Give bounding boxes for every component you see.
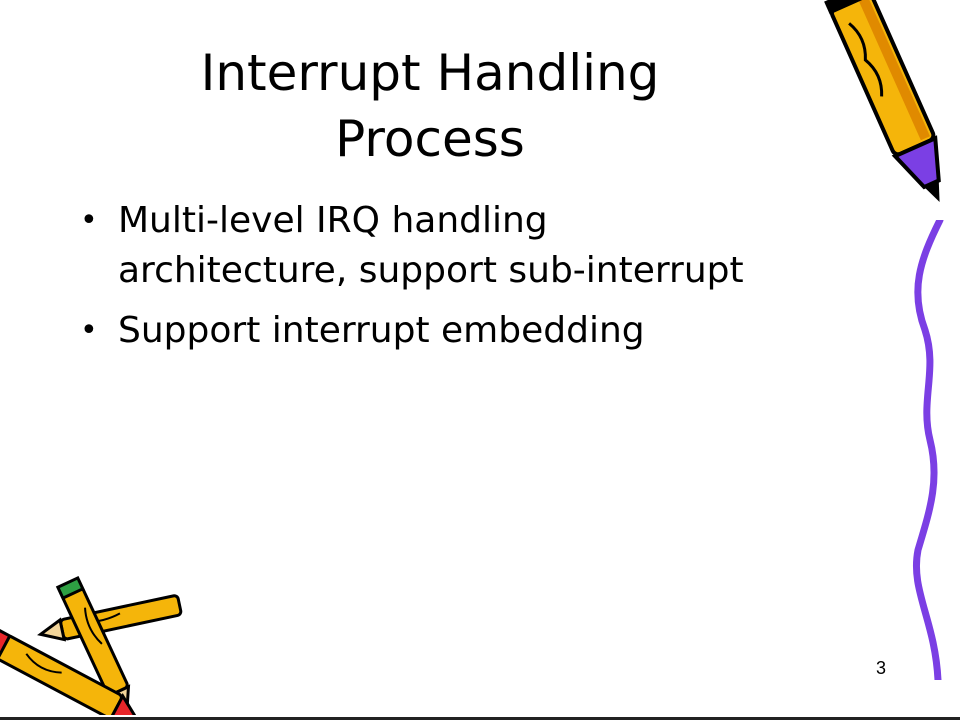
bullet-item: • Support interrupt embedding: [80, 306, 860, 356]
bullet-marker: •: [80, 313, 98, 348]
bullet-text-line: Support interrupt embedding: [118, 310, 645, 351]
title-line-2: Process: [335, 110, 525, 168]
bullet-text-line: Multi-level IRQ handling: [118, 200, 548, 241]
slide-title: Interrupt Handling Process: [140, 40, 720, 172]
title-line-1: Interrupt Handling: [200, 44, 660, 102]
squiggle-line: [912, 220, 944, 680]
bullet-text-line: architecture, support sub-interrupt: [118, 250, 744, 291]
pencils-icon: [0, 575, 183, 715]
page-number: 3: [876, 658, 887, 678]
pencil-icon: [824, 0, 941, 203]
bullet-item: • Multi-level IRQ handling architecture,…: [80, 196, 860, 296]
bullet-marker: •: [80, 203, 98, 238]
bullet-list: • Multi-level IRQ handling architecture,…: [80, 196, 860, 366]
slide: Interrupt Handling Process • Multi-level…: [0, 0, 960, 718]
